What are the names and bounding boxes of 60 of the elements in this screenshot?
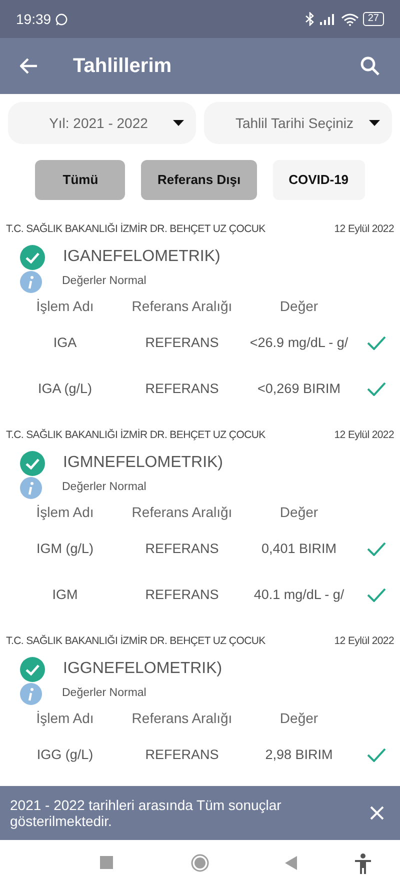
- signal-icon: [318, 13, 337, 25]
- info-icon: [20, 271, 42, 293]
- home-nav-icon[interactable]: [191, 854, 209, 872]
- status-time: 19:39: [16, 10, 52, 28]
- table-cell-text: <0,269 BIRIM: [256, 380, 342, 398]
- table-cell-text: IGG (g/L): [36, 746, 94, 764]
- hospital-name: T.C. SAĞLIK BAKANLIĞI İZMİR DR. BEHÇET UZ ÇOCUK: [6, 428, 266, 444]
- table-cell-text: IGA (g/L): [36, 380, 94, 398]
- filter-chip[interactable]: COVID-19: [272, 160, 365, 200]
- caret-icon: [369, 120, 380, 126]
- dropdown[interactable]: Yıl: 2021 - 2022: [8, 102, 196, 144]
- test-date: 12 Eylül 2022: [334, 222, 394, 238]
- battery-indicator: 27: [362, 12, 384, 26]
- test-date: 12 Eylül 2022: [334, 428, 394, 444]
- table-cell-text: 0,401 BIRIM: [260, 540, 338, 558]
- caret-icon: [173, 120, 184, 126]
- column-header: Değer: [278, 708, 320, 728]
- table-cell-text: REFERANS: [144, 380, 220, 398]
- bluetooth-icon: [304, 12, 315, 26]
- test-name: IGMNEFELOMETRIK): [63, 453, 224, 473]
- status-note: Değerler Normal: [62, 686, 146, 702]
- snackbar-message: 2021 - 2022 tarihleri arasında Tüm sonuçlar gösterilmektedir.: [10, 797, 282, 829]
- table-cell-text: <26.9 mg/dL - g/: [248, 334, 350, 352]
- status-note: Değerler Normal: [62, 480, 146, 496]
- test-name: IGANEFELOMETRIK): [63, 247, 220, 267]
- hospital-name: T.C. SAĞLIK BAKANLIĞI İZMİR DR. BEHÇET UZ ÇOCUK: [6, 222, 266, 238]
- search-icon[interactable]: [360, 56, 380, 76]
- column-header: İşlem Adı: [35, 708, 95, 728]
- info-icon: [20, 477, 42, 499]
- filter-chip[interactable]: Referans Dışı: [141, 160, 257, 200]
- column-header: İşlem Adı: [35, 502, 95, 522]
- table-cell-text: IGM (g/L): [35, 540, 94, 558]
- back-arrow-icon[interactable]: [20, 58, 38, 74]
- wifi-icon: [340, 12, 359, 26]
- table-cell-text: 40.1 mg/dL - g/: [252, 586, 346, 604]
- column-header: Referans Aralığı: [130, 296, 234, 316]
- table-cell-text: IGA: [52, 334, 78, 352]
- table-cell-text: 2,98 BIRIM: [264, 746, 334, 764]
- hospital-name: T.C. SAĞLIK BAKANLIĞI İZMİR DR. BEHÇET UZ ÇOCUK: [6, 634, 266, 650]
- column-header: Değer: [278, 502, 320, 522]
- column-header: Değer: [278, 296, 320, 316]
- table-cell-text: REFERANS: [144, 586, 220, 604]
- table-cell-text: REFERANS: [144, 746, 220, 764]
- column-header: İşlem Adı: [35, 296, 95, 316]
- chat-icon: [55, 12, 68, 26]
- back-nav-icon[interactable]: [285, 856, 297, 870]
- accessibility-icon[interactable]: [354, 853, 372, 875]
- close-icon[interactable]: [370, 806, 384, 820]
- table-cell-text: IGM: [51, 586, 79, 604]
- test-name: IGGNEFELOMETRIK): [63, 659, 222, 679]
- status-note: Değerler Normal: [62, 274, 146, 290]
- table-cell-text: REFERANS: [144, 540, 220, 558]
- column-header: Referans Aralığı: [130, 502, 234, 522]
- column-header: Referans Aralığı: [130, 708, 234, 728]
- screen-title: Tahlillerim: [73, 54, 172, 79]
- info-icon: [20, 683, 42, 705]
- table-cell-text: REFERANS: [144, 334, 220, 352]
- dropdown[interactable]: Tahlil Tarihi Seçiniz: [204, 102, 392, 144]
- filter-chip[interactable]: Tümü: [35, 160, 126, 200]
- test-date: 12 Eylül 2022: [334, 634, 394, 650]
